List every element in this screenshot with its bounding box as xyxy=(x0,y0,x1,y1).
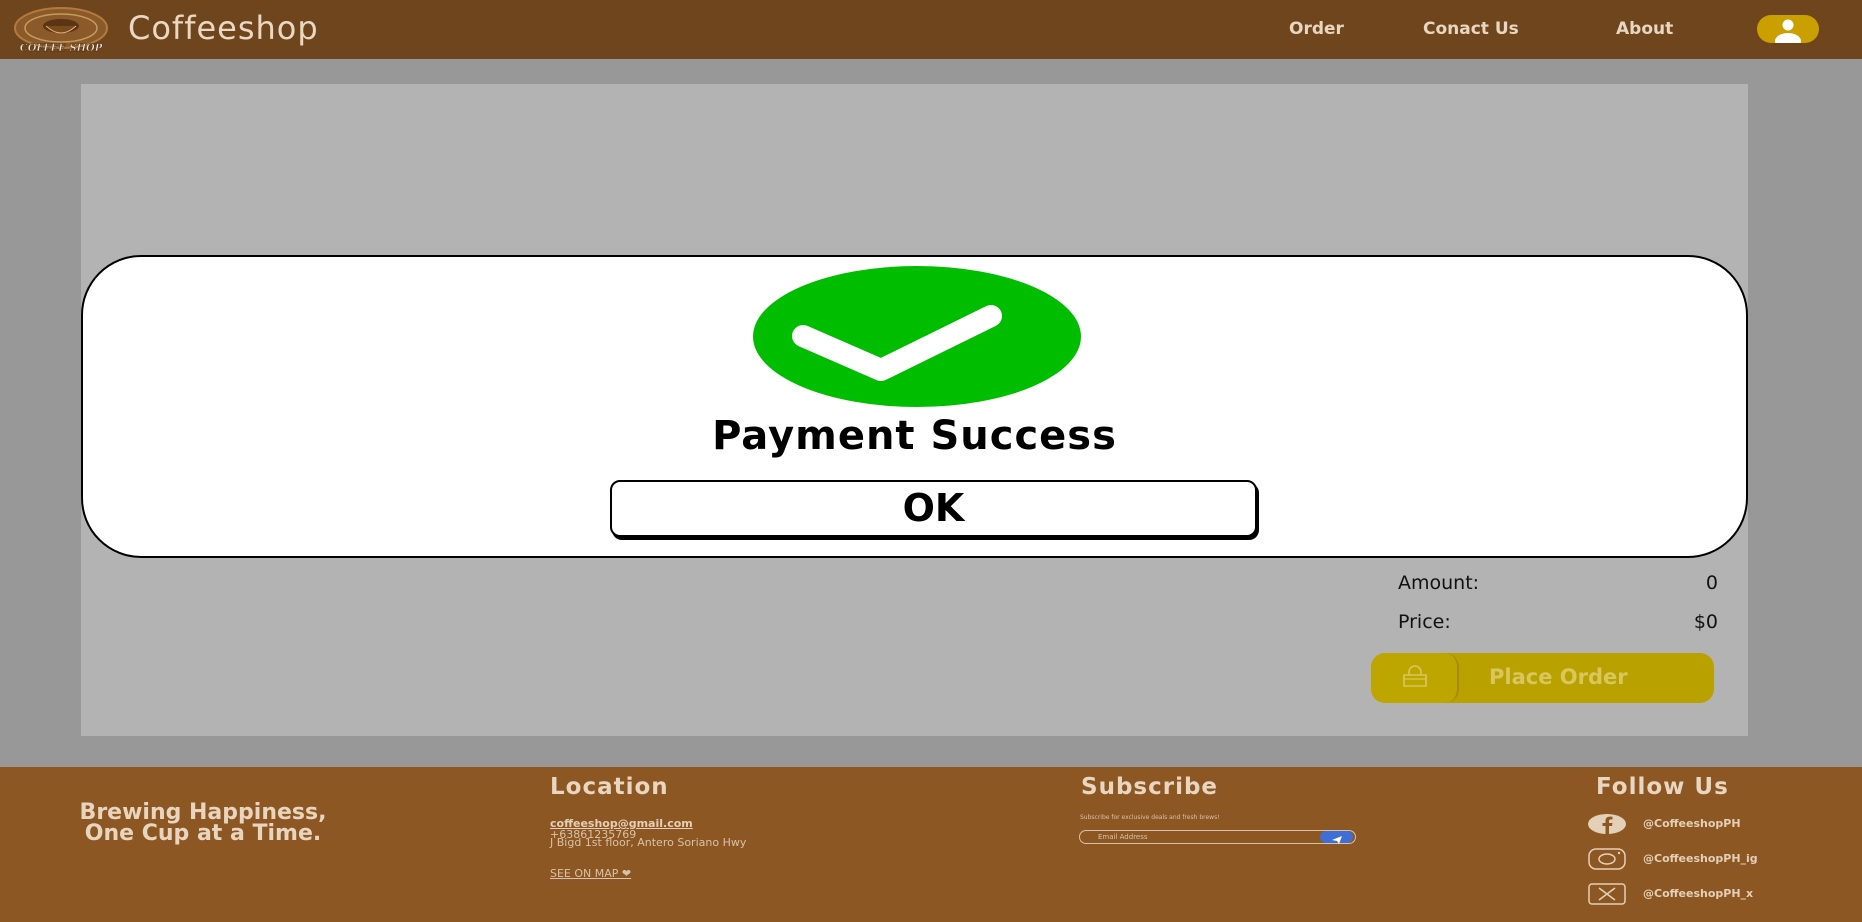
price-value: $0 xyxy=(1693,611,1718,633)
payment-success-modal: Payment Success OK xyxy=(81,255,1748,558)
user-avatar-button[interactable] xyxy=(1757,15,1819,43)
email-input[interactable] xyxy=(1079,830,1356,844)
footer-tagline: Brewing Happiness, One Cup at a Time. xyxy=(79,800,327,846)
x-icon xyxy=(1588,883,1626,905)
footer: Brewing Happiness, One Cup at a Time. Lo… xyxy=(0,767,1862,922)
subscribe-description: Subscribe for exclusive deals and fresh … xyxy=(1080,814,1220,821)
coffee-shop-logo[interactable]: COFFEE SHOP xyxy=(12,6,110,54)
modal-title: Payment Success xyxy=(712,413,1117,459)
ok-button[interactable]: OK xyxy=(610,480,1257,537)
logo-text: COFFEE SHOP xyxy=(20,43,103,54)
subscribe-send-button[interactable] xyxy=(1320,831,1353,844)
top-nav-bar: COFFEE SHOP Coffeeshop Order Conact Us A… xyxy=(0,0,1862,59)
instagram-icon xyxy=(1588,848,1626,870)
instagram-handle: @CoffeeshopPH_ig xyxy=(1643,852,1758,865)
amount-label: Amount: xyxy=(1398,572,1480,594)
amount-value: 0 xyxy=(1705,572,1718,594)
contact-address: J Bigd 1st floor, Antero Soriano Hwy xyxy=(550,836,747,849)
user-avatar-icon xyxy=(1775,19,1801,43)
shopping-bag-icon xyxy=(1403,665,1427,687)
place-order-label: Place Order xyxy=(1489,665,1628,689)
nav-about[interactable]: About xyxy=(1616,19,1673,39)
see-on-map-link[interactable]: SEE ON MAP ❤ xyxy=(550,867,631,880)
facebook-handle: @CoffeeshopPH xyxy=(1643,817,1741,830)
location-heading: Location xyxy=(550,774,669,800)
facebook-icon xyxy=(1588,814,1626,834)
check-circle-icon xyxy=(753,266,1081,407)
brand-name[interactable]: Coffeeshop xyxy=(128,9,319,47)
x-handle: @CoffeeshopPH_x xyxy=(1643,887,1754,900)
place-order-button[interactable]: Place Order xyxy=(1371,653,1714,703)
follow-us-heading: Follow Us xyxy=(1596,774,1729,800)
price-label: Price: xyxy=(1398,611,1451,633)
nav-order[interactable]: Order xyxy=(1289,19,1344,39)
shopping-bag-icon-wrap xyxy=(1371,653,1459,703)
nav-contact-us[interactable]: Conact Us xyxy=(1423,19,1519,39)
subscribe-heading: Subscribe xyxy=(1081,774,1219,800)
send-icon xyxy=(1332,836,1342,844)
